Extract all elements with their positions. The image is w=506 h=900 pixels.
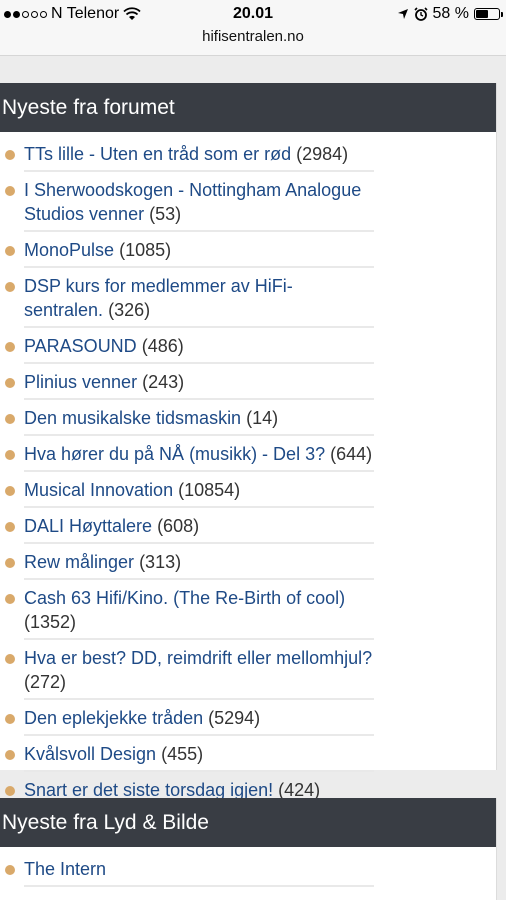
reply-count: (313) xyxy=(139,552,182,572)
reply-count: (455) xyxy=(161,744,204,764)
reply-count: (424) xyxy=(278,780,321,800)
bullet-icon xyxy=(5,865,15,875)
list-item: MonoPulse (1085) xyxy=(5,238,374,268)
list-item: Hva er best? DD, reimdrift eller mellomh… xyxy=(5,646,374,700)
location-arrow-icon xyxy=(397,9,408,19)
list-item: Den eplekjekke tråden (5294) xyxy=(5,706,374,736)
topic-link[interactable]: Hva hører du på NÅ (musikk) - Del 3? xyxy=(24,444,325,464)
battery-icon xyxy=(474,8,503,20)
forum-panel: Nyeste fra forumet TTs lille - Uten en t… xyxy=(0,83,497,808)
bullet-icon xyxy=(5,342,15,352)
bullet-icon xyxy=(5,414,15,424)
list-item: I Sherwoodskogen - Nottingham Analogue S… xyxy=(5,178,374,232)
topic-link[interactable]: TTs lille - Uten en tråd som er rød xyxy=(24,144,291,164)
list-item: Musical Innovation (10854) xyxy=(5,478,374,508)
reply-count: (272) xyxy=(24,672,67,692)
list-item: Cash 63 Hifi/Kino. (The Re-Birth of cool… xyxy=(5,586,374,640)
list-item: Den musikalske tidsmaskin (14) xyxy=(5,406,374,436)
topic-link[interactable]: Rew målinger xyxy=(24,552,134,572)
bullet-icon xyxy=(5,750,15,760)
topic-link[interactable]: Snart er det siste torsdag igjen! xyxy=(24,780,273,800)
topic-link[interactable]: Kvålsvoll Design xyxy=(24,744,156,764)
topic-link[interactable]: Cash 63 Hifi/Kino. (The Re-Birth of cool… xyxy=(24,588,345,608)
reply-count: (14) xyxy=(246,408,279,428)
topic-link[interactable]: The Intern xyxy=(24,859,106,879)
list-item: Rew målinger (313) xyxy=(5,550,374,580)
topic-link[interactable]: Den eplekjekke tråden xyxy=(24,708,203,728)
reply-count: (10854) xyxy=(178,480,241,500)
list-item: PARASOUND (486) xyxy=(5,334,374,364)
reply-count: (1085) xyxy=(119,240,172,260)
reply-count: (326) xyxy=(108,300,151,320)
status-bar: N Telenor 20.01 58 % hifisentralen.no xyxy=(0,0,506,56)
topic-link[interactable]: DSP kurs for medlemmer av HiFi- sentrale… xyxy=(24,276,293,320)
reply-count: (1352) xyxy=(24,612,77,632)
bullet-icon xyxy=(5,522,15,532)
topic-link[interactable]: PARASOUND xyxy=(24,336,137,356)
forum-section-title: Nyeste fra forumet xyxy=(0,83,496,132)
bullet-icon xyxy=(5,714,15,724)
topic-link[interactable]: MonoPulse xyxy=(24,240,114,260)
bullet-icon xyxy=(5,486,15,496)
bullet-icon xyxy=(5,186,15,196)
bullet-icon xyxy=(5,150,15,160)
bullet-icon xyxy=(5,558,15,568)
list-item: TTs lille - Uten en tråd som er rød (298… xyxy=(5,142,374,172)
list-item: DALI Høyttalere (608) xyxy=(5,514,374,544)
forum-topic-list: TTs lille - Uten en tråd som er rød (298… xyxy=(0,132,496,808)
list-item: DSP kurs for medlemmer av HiFi- sentrale… xyxy=(5,274,374,328)
address-bar[interactable]: hifisentralen.no xyxy=(0,28,506,45)
list-item: Kvålsvoll Design (455) xyxy=(5,742,374,772)
topic-link[interactable]: Den musikalske tidsmaskin xyxy=(24,408,241,428)
topic-link[interactable]: Musical Innovation xyxy=(24,480,173,500)
lyd-bilde-panel: Nyeste fra Lyd & Bilde The Intern xyxy=(0,798,497,900)
reply-count: (2984) xyxy=(296,144,349,164)
bullet-icon xyxy=(5,450,15,460)
reply-count: (5294) xyxy=(208,708,261,728)
alarm-icon xyxy=(413,7,428,21)
topic-link[interactable]: I Sherwoodskogen - Nottingham Analogue S… xyxy=(24,180,361,224)
status-icons: 58 % xyxy=(397,5,503,23)
lyd-item-list: The Intern xyxy=(0,847,496,887)
reply-count: (243) xyxy=(142,372,185,392)
topic-link[interactable]: DALI Høyttalere xyxy=(24,516,152,536)
topic-link[interactable]: Hva er best? DD, reimdrift eller mellomh… xyxy=(24,648,372,668)
list-item: The Intern xyxy=(5,857,374,887)
topic-link[interactable]: Plinius venner xyxy=(24,372,137,392)
lyd-section-title: Nyeste fra Lyd & Bilde xyxy=(0,798,496,847)
bullet-icon xyxy=(5,246,15,256)
list-item: Plinius venner (243) xyxy=(5,370,374,400)
list-item: Hva hører du på NÅ (musikk) - Del 3? (64… xyxy=(5,442,374,472)
bullet-icon xyxy=(5,282,15,292)
bullet-icon xyxy=(5,378,15,388)
battery-percent: 58 % xyxy=(432,5,469,22)
bullet-icon xyxy=(5,786,15,796)
bullet-icon xyxy=(5,654,15,664)
reply-count: (53) xyxy=(149,204,182,224)
reply-count: (644) xyxy=(330,444,373,464)
bullet-icon xyxy=(5,594,15,604)
reply-count: (486) xyxy=(141,336,184,356)
reply-count: (608) xyxy=(157,516,200,536)
